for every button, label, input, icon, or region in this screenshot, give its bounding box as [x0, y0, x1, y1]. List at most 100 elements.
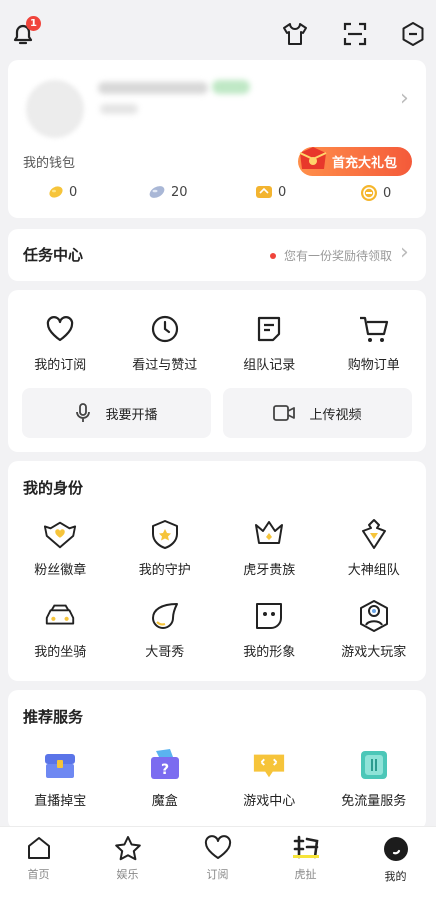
cell-label: 看过与赞过	[132, 358, 198, 373]
cell-label: 粉丝徽章	[34, 563, 87, 578]
identity-title: 我的身份	[23, 479, 84, 497]
shirt-icon[interactable]	[279, 18, 311, 50]
go-live-button[interactable]: 我要开播	[22, 388, 211, 438]
cell-label: 免流量服务	[341, 794, 407, 809]
home-icon	[27, 837, 50, 859]
recommended-services-card: 推荐服务 直播掉宝 ? 魔盒 游戏中心 免流量服务	[8, 690, 426, 830]
task-center-title: 任务中心	[23, 246, 84, 264]
svg-text:?: ?	[161, 762, 169, 778]
bell-icon[interactable]: 1	[7, 16, 41, 50]
scan-icon[interactable]	[339, 18, 371, 50]
settings-icon[interactable]	[397, 18, 429, 50]
chevron-right-icon[interactable]: ›	[400, 88, 409, 110]
master-team-icon	[357, 517, 391, 551]
wallet-value: 20	[171, 184, 188, 200]
first-recharge-gift-button[interactable]: 首充大礼包	[298, 147, 412, 176]
bigbrother-icon	[148, 599, 182, 633]
avatar-face-icon	[252, 599, 286, 633]
my-subscriptions[interactable]: 我的订阅	[8, 312, 113, 373]
nav-label: 首页	[27, 868, 50, 881]
gift-button-label: 首充大礼包	[332, 156, 398, 171]
user-id-blurred	[100, 104, 138, 114]
task-center-card[interactable]: 任务中心 您有一份奖励待领取 ›	[8, 229, 426, 281]
cell-label: 游戏中心	[243, 794, 296, 809]
avatar[interactable]	[26, 80, 84, 138]
chevron-right-icon[interactable]: ›	[400, 242, 409, 264]
activity-grid: 我的订阅 看过与赞过 组队记录 购物订单	[8, 312, 426, 373]
bottom-navigation: 首页 娱乐 订阅 虎扯 我的	[0, 826, 436, 904]
cart-icon	[357, 312, 391, 346]
wallet-coin[interactable]: 0	[360, 184, 391, 202]
nav-home[interactable]: 首页	[0, 835, 82, 882]
upload-video-label: 上传视频	[309, 407, 362, 423]
heart-icon	[204, 835, 231, 859]
wallet-value: 0	[383, 185, 392, 201]
upload-video-button[interactable]: 上传视频	[223, 388, 412, 438]
magic-box-icon: ?	[148, 748, 182, 782]
profile-card: › 我的钱包 首充大礼包 0 20 0 0	[8, 60, 426, 218]
my-appearance[interactable]: 我的形象	[217, 599, 322, 660]
cell-label: 我的订阅	[34, 358, 87, 373]
task-reward-hint[interactable]: 您有一份奖励待领取	[269, 247, 392, 264]
top-bar: 1	[0, 0, 436, 64]
team-records[interactable]: 组队记录	[217, 312, 322, 373]
game-center-icon	[252, 748, 286, 782]
services-grid: 直播掉宝 ? 魔盒 游戏中心 免流量服务	[8, 748, 426, 809]
wallet-label[interactable]: 我的钱包	[23, 152, 75, 171]
video-camera-icon	[273, 405, 296, 421]
wallet-coupon[interactable]: 0	[255, 184, 286, 200]
free-data-icon	[357, 748, 391, 782]
shopping-orders[interactable]: 购物订单	[322, 312, 427, 373]
huya-nobility[interactable]: 虎牙贵族	[217, 517, 322, 578]
identity-grid-row2: 我的坐骑 大哥秀 我的形象 游戏大玩家	[8, 599, 426, 660]
gift-box-icon	[299, 147, 327, 169]
nav-label: 订阅	[206, 868, 229, 881]
cell-label: 大哥秀	[145, 645, 185, 660]
username-blurred	[98, 82, 208, 94]
nav-subscriptions[interactable]: 订阅	[174, 835, 261, 882]
nav-huche[interactable]: 虎扯	[262, 835, 349, 882]
magic-box[interactable]: ? 魔盒	[113, 748, 218, 809]
coin-icon	[361, 185, 377, 201]
game-big-player[interactable]: 游戏大玩家	[322, 599, 427, 660]
wallet-value: 0	[278, 184, 287, 200]
nav-label: 我的	[384, 870, 407, 883]
heart-icon	[43, 312, 77, 346]
game-center[interactable]: 游戏中心	[217, 748, 322, 809]
game-player-icon	[357, 599, 391, 633]
cell-label: 游戏大玩家	[341, 645, 407, 660]
nav-label: 娱乐	[116, 868, 139, 881]
free-data-service[interactable]: 免流量服务	[322, 748, 427, 809]
wallet-silver-bean[interactable]: 20	[148, 184, 188, 200]
guard-icon	[148, 517, 182, 551]
cell-label: 我的形象	[243, 645, 296, 660]
big-brother-show[interactable]: 大哥秀	[113, 599, 218, 660]
cell-label: 我的守护	[138, 563, 191, 578]
star-icon	[114, 836, 141, 861]
nav-me[interactable]: 我的	[352, 835, 436, 884]
live-treasure-drop[interactable]: 直播掉宝	[8, 748, 113, 809]
cell-label: 购物订单	[347, 358, 400, 373]
master-team[interactable]: 大神组队	[322, 517, 427, 578]
fan-badge[interactable]: 粉丝徽章	[8, 517, 113, 578]
cell-label: 组队记录	[243, 358, 296, 373]
cell-label: 魔盒	[151, 794, 178, 809]
me-icon	[383, 837, 408, 861]
treasure-chest-icon	[43, 748, 77, 782]
red-dot-icon	[269, 252, 276, 259]
cell-label: 直播掉宝	[34, 794, 87, 809]
my-mount[interactable]: 我的坐骑	[8, 599, 113, 660]
car-icon	[43, 599, 77, 633]
note-icon	[252, 312, 286, 346]
my-guard[interactable]: 我的守护	[113, 517, 218, 578]
huche-icon	[292, 835, 319, 859]
wallet-gold-bean[interactable]: 0	[48, 184, 77, 200]
go-live-label: 我要开播	[105, 407, 158, 423]
nav-entertainment[interactable]: 娱乐	[84, 835, 171, 882]
coupon-icon	[256, 186, 272, 198]
task-reward-text: 您有一份奖励待领取	[283, 249, 392, 263]
microphone-icon	[76, 403, 91, 422]
wallet-row: 0 20 0 0	[8, 184, 426, 210]
watched-and-liked[interactable]: 看过与赞过	[113, 312, 218, 373]
cell-label: 我的坐骑	[34, 645, 87, 660]
